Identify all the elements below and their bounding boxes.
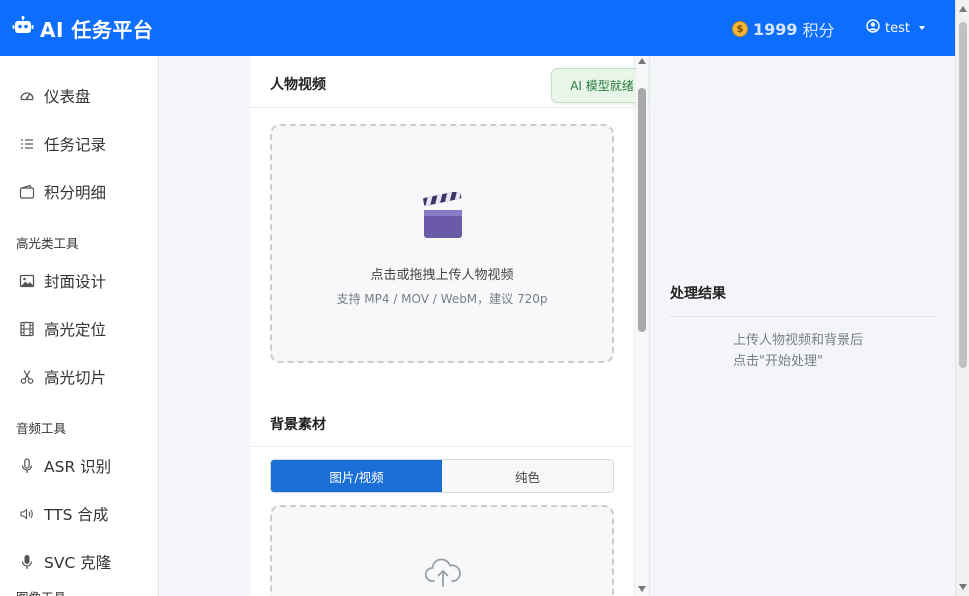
coin-icon: $ (732, 21, 748, 37)
sidebar-item-label: 任务记录 (44, 136, 107, 154)
background-type-toggle: 图片/视频 纯色 (270, 459, 614, 493)
result-hint-line: 点击"开始处理" (733, 354, 823, 369)
tab-image-video[interactable]: 图片/视频 (271, 460, 442, 492)
sidebar-item-tts[interactable]: TTS 合成 (19, 502, 108, 526)
chevron-down-icon (918, 26, 925, 30)
dashboard-icon (19, 88, 35, 104)
points-value: 1999 (753, 19, 798, 39)
sidebar-item-label: 高光切片 (44, 369, 107, 387)
microphone-icon (19, 458, 35, 474)
video-card-title: 人物视频 (270, 77, 326, 93)
film-icon (19, 321, 35, 337)
username: test (885, 20, 910, 36)
image-icon (19, 273, 35, 289)
video-upload-hint: 支持 MP4 / MOV / WebM，建议 720p (336, 292, 548, 306)
clapperboard-icon (421, 190, 465, 244)
scrollbar-thumb[interactable] (638, 88, 646, 332)
divider (250, 446, 633, 447)
result-panel: 处理结果 上传人物视频和背景后 点击"开始处理" (649, 56, 955, 596)
divider (670, 316, 935, 317)
sidebar: 仪表盘 任务记录 积分明细 高光类工具 封面设计 高光定位 高光切片 音频工具 (0, 56, 159, 596)
video-dropzone[interactable]: 点击或拖拽上传人物视频 支持 MP4 / MOV / WebM，建议 720p (270, 124, 614, 363)
app-title: AI 任务平台 (40, 17, 154, 42)
upload-panel-scrollbar[interactable] (636, 56, 648, 596)
sidebar-item-highlight-clip[interactable]: 高光切片 (19, 365, 106, 389)
sidebar-item-label: 仪表盘 (44, 88, 91, 106)
section-title-audio-tools: 音频工具 (16, 421, 67, 436)
sidebar-item-label: TTS 合成 (44, 506, 109, 524)
sidebar-item-points-detail[interactable]: 积分明细 (19, 180, 106, 204)
scissors-icon (19, 369, 35, 385)
section-title-image-tools: 图像工具 (16, 587, 66, 596)
robot-icon (12, 15, 34, 41)
sidebar-item-asr[interactable]: ASR 识别 (19, 454, 111, 478)
top-header: AI 任务平台 $ 1999 积分 test (0, 0, 955, 56)
scroll-down-arrow-icon[interactable] (638, 586, 646, 592)
page-scrollbar[interactable] (955, 0, 969, 596)
tab-solid-color[interactable]: 纯色 (442, 460, 613, 492)
sidebar-item-label: 封面设计 (44, 273, 107, 291)
upload-panel: 人物视频 点击或拖拽上传人物视频 支持 MP4 / MOV / WebM，建议 … (250, 56, 633, 596)
scroll-up-arrow-icon[interactable] (638, 58, 646, 64)
section-title-highlight-tools: 高光类工具 (16, 236, 79, 251)
user-menu[interactable]: test (866, 19, 925, 37)
speaker-icon (19, 506, 35, 522)
points-display: $ 1999 积分 (732, 17, 835, 41)
background-dropzone[interactable] (270, 505, 614, 596)
points-unit: 积分 (802, 21, 835, 40)
result-hint: 上传人物视频和背景后 点击"开始处理" (733, 330, 863, 372)
sidebar-item-label: 高光定位 (44, 321, 107, 339)
sidebar-item-cover-design[interactable]: 封面设计 (19, 269, 106, 293)
sidebar-item-highlight-locate[interactable]: 高光定位 (19, 317, 106, 341)
wallet-icon (19, 184, 35, 200)
scrollbar-thumb[interactable] (959, 22, 967, 368)
sidebar-item-svc[interactable]: SVC 克隆 (19, 550, 111, 574)
divider (250, 107, 633, 108)
brand[interactable]: AI 任务平台 (12, 13, 153, 43)
sidebar-item-task-records[interactable]: 任务记录 (19, 132, 106, 156)
result-title: 处理结果 (670, 286, 726, 302)
mic-filled-icon (19, 554, 35, 570)
scroll-up-arrow-icon[interactable] (959, 6, 967, 12)
background-card-title: 背景素材 (270, 417, 326, 433)
sidebar-item-label: ASR 识别 (44, 458, 112, 476)
sidebar-item-label: 积分明细 (44, 184, 107, 202)
user-circle-icon (866, 19, 880, 37)
video-upload-text: 点击或拖拽上传人物视频 (370, 268, 514, 283)
list-icon (19, 136, 35, 152)
cloud-upload-icon (424, 557, 462, 591)
scroll-down-arrow-icon[interactable] (959, 584, 967, 590)
sidebar-item-dashboard[interactable]: 仪表盘 (19, 84, 91, 108)
result-hint-line: 上传人物视频和背景后 (733, 333, 864, 348)
sidebar-item-label: SVC 克隆 (44, 554, 112, 572)
